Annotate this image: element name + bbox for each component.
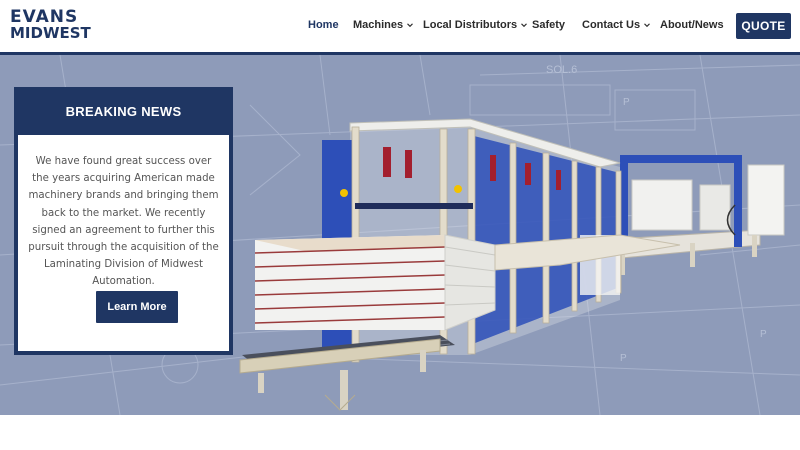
nav-item-label: Home [308,19,339,31]
breaking-news-card: BREAKING NEWS We have found great succes… [14,87,233,355]
nav-item-safety[interactable]: Safety [532,19,565,31]
nav-item-label: Machines [353,19,404,31]
nav-item-machines[interactable]: Machines [353,19,414,31]
blueprint-label-sol: SOL.6 [546,64,577,76]
breaking-news-body: We have found great success over the yea… [18,135,229,351]
roller-conveyor [239,335,455,411]
stacked-panels [254,234,496,331]
logo-line-2: MIDWEST [10,24,91,42]
nav-item-label: Safety [532,19,566,31]
page: EVANS MIDWEST Home Machines Local Distri… [0,0,800,450]
learn-more-button[interactable]: Learn More [96,291,178,323]
rear-conveyor [599,155,785,275]
nav-item-label: Contact Us [582,19,641,31]
blueprint-mark: P [760,329,767,340]
chevron-down-icon [643,21,651,29]
nav-item-local-distributors[interactable]: Local Distributors [423,19,528,31]
evans-midwest-logo[interactable]: EVANS MIDWEST [10,9,91,43]
nav-item-label: Local Distributors [423,19,518,31]
blueprint-mark: P [623,97,630,108]
nav-item-label: About/News [660,19,724,31]
breaking-news-text: We have found great success over the yea… [28,156,219,288]
nav-item-about-news[interactable]: About/News [660,19,724,31]
hero-banner: SOL.6 P P P BREAKING NEWS We have found … [0,55,800,415]
nav-item-contact-us[interactable]: Contact Us [582,19,651,31]
blueprint-mark: P [620,353,627,364]
site-header: EVANS MIDWEST Home Machines Local Distri… [0,0,800,52]
breaking-news-title: BREAKING NEWS [65,104,182,119]
chevron-down-icon [406,21,414,29]
quote-button[interactable]: QUOTE [736,13,791,39]
content-area [0,415,800,450]
nav-item-home[interactable]: Home [308,19,339,31]
chevron-down-icon [520,21,528,29]
